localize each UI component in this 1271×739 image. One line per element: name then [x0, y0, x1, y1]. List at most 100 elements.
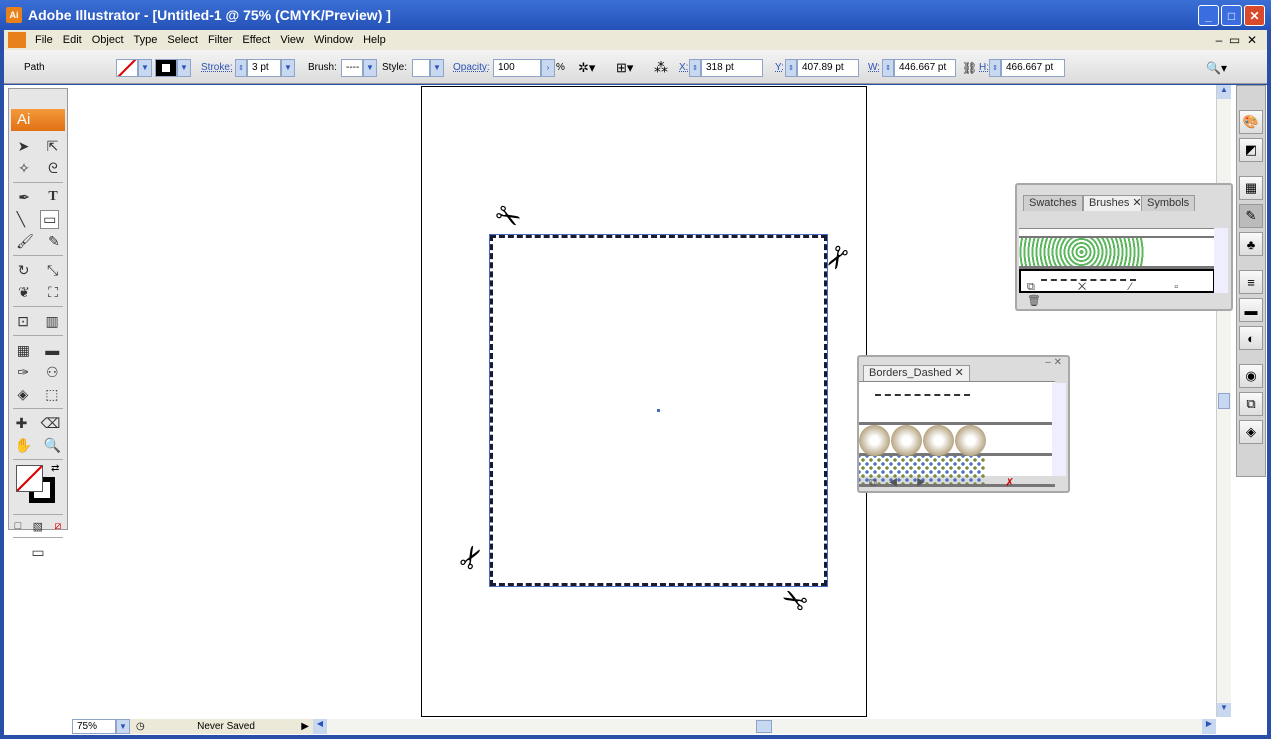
tab-brushes[interactable]: Brushes ✕ — [1083, 195, 1148, 211]
w-label: W: — [868, 62, 881, 73]
horizontal-scrollbar[interactable]: ◀ ▶ — [313, 719, 1216, 734]
layers-panel-icon[interactable]: ◈ — [1239, 420, 1263, 444]
status-menu-arrow[interactable]: ▶ — [301, 721, 313, 732]
selection-tool-icon[interactable]: ➤ — [18, 138, 30, 155]
stroke-weight-input[interactable]: ⇕ 3 pt ▼ — [235, 58, 295, 77]
live-paint-bucket-icon[interactable]: ◈ — [17, 386, 28, 403]
recolor-icon[interactable]: ✲▾ — [578, 58, 595, 77]
rectangle-tool-icon[interactable]: ▭ — [40, 209, 60, 229]
percent-label: % — [556, 62, 565, 73]
menu-window[interactable]: Window — [309, 34, 358, 46]
symbols-panel-icon[interactable]: ♣ — [1239, 232, 1263, 256]
graphic-styles-icon[interactable]: ⧉ — [1239, 392, 1263, 416]
opacity-label[interactable]: Opacity: — [453, 62, 490, 73]
minimize-button[interactable]: _ — [1198, 5, 1219, 26]
version-cue-icon[interactable]: ◷ — [136, 721, 145, 732]
opacity-input[interactable]: 100 › — [493, 58, 555, 77]
brushes-panel-icon[interactable]: ✎ — [1239, 204, 1263, 228]
lasso-tool-icon[interactable]: ᘓ — [48, 160, 58, 177]
w-input[interactable]: ⇕ 446.667 pt — [882, 58, 956, 77]
mesh-tool-icon[interactable]: ▦ — [17, 342, 30, 359]
eyedropper-tool-icon[interactable]: ✑ — [17, 364, 29, 381]
line-tool-icon[interactable]: ╲ — [17, 211, 25, 228]
fill-swatch[interactable]: ▼ — [116, 58, 152, 77]
tab-swatches[interactable]: Swatches — [1023, 195, 1083, 211]
paintbrush-tool-icon[interactable]: 🖌 — [16, 233, 34, 250]
menu-help[interactable]: Help — [358, 34, 391, 46]
menu-edit[interactable]: Edit — [58, 34, 87, 46]
toolbox-header: Ai — [11, 109, 65, 131]
color-guide-icon[interactable]: ◩ — [1239, 138, 1263, 162]
gradient-panel-icon[interactable]: ▬ — [1239, 298, 1263, 322]
menu-filter[interactable]: Filter — [203, 34, 237, 46]
warp-tool-icon[interactable]: ❦ — [18, 284, 30, 301]
type-tool-icon[interactable]: T — [48, 189, 57, 205]
border-list-scrollbar[interactable] — [1052, 383, 1066, 476]
border-item-dashed[interactable] — [859, 394, 1055, 425]
pencil-tool-icon[interactable]: ✎ — [48, 233, 60, 250]
h-input[interactable]: ⇕ 466.667 pt — [989, 58, 1065, 77]
stroke-panel-icon[interactable]: ≡ — [1239, 270, 1263, 294]
gradient-mode-icon[interactable]: ▧ — [33, 520, 43, 533]
zoom-input[interactable]: 75% — [72, 719, 116, 734]
x-input[interactable]: ⇕ 318 pt — [689, 58, 763, 77]
symbol-sprayer-tool-icon[interactable]: ⊡ — [17, 313, 29, 330]
menu-bar: File Edit Object Type Select Filter Effe… — [4, 30, 1267, 50]
appearance-panel-icon[interactable]: ◉ — [1239, 364, 1263, 388]
close-button[interactable]: ✕ — [1244, 5, 1265, 26]
vertical-scrollbar[interactable]: ▲ ▼ — [1216, 85, 1231, 717]
magic-wand-tool-icon[interactable]: ✧ — [18, 160, 30, 177]
center-point — [657, 409, 660, 412]
menu-select[interactable]: Select — [162, 34, 203, 46]
scale-tool-icon[interactable]: ⤡ — [47, 262, 58, 279]
x-label: X: — [679, 62, 689, 73]
pen-tool-icon[interactable]: ✒ — [18, 189, 30, 206]
fill-box[interactable] — [16, 465, 43, 492]
constrain-link-icon[interactable]: ⛓ — [962, 58, 977, 77]
tab-symbols[interactable]: Symbols — [1141, 195, 1196, 211]
tab-borders-dashed[interactable]: Borders_Dashed ✕ — [863, 365, 970, 381]
zoom-tool-icon[interactable]: 🔍 — [44, 437, 61, 454]
stroke-label[interactable]: Stroke: — [201, 62, 233, 73]
swatches-panel-icon[interactable]: ▦ — [1239, 176, 1263, 200]
color-mode-icon[interactable]: □ — [15, 520, 22, 532]
style-dropdown[interactable]: ▼ — [412, 58, 444, 77]
swap-icon[interactable]: ⇄ — [51, 463, 59, 474]
none-mode-icon[interactable]: ⧄ — [54, 520, 61, 533]
screen-mode-icon[interactable]: ▭ — [31, 544, 44, 561]
menu-effect[interactable]: Effect — [237, 34, 275, 46]
panel-close-icon[interactable]: – ✕ — [1045, 357, 1062, 368]
maximize-button[interactable]: □ — [1221, 5, 1242, 26]
doc-window-controls[interactable]: – ▭ ✕ — [1216, 33, 1267, 47]
transparency-panel-icon[interactable]: ◐ — [1239, 326, 1263, 350]
direct-selection-tool-icon[interactable]: ⇱ — [47, 138, 59, 155]
hand-tool-icon[interactable]: ✋ — [15, 437, 32, 454]
menu-view[interactable]: View — [275, 34, 309, 46]
brush-item-ornament[interactable] — [1019, 238, 1215, 269]
rotate-tool-icon[interactable]: ↻ — [18, 262, 30, 279]
brush-panel-footer-icons[interactable]: ⧉ ✕ ⁄ ▫ 🗑 — [1027, 281, 1231, 307]
zoom-dropdown[interactable]: ▼ — [116, 719, 130, 734]
brush-label: Brush: — [308, 62, 337, 73]
blend-tool-icon[interactable]: ⚇ — [46, 364, 59, 381]
h-label: H: — [979, 62, 989, 73]
eraser-tool-icon[interactable]: ⌫ — [41, 415, 61, 432]
border-panel-footer[interactable]: ⧉ ◀ ▶ ✗ — [869, 476, 1014, 490]
y-input[interactable]: ⇕ 407.89 pt — [785, 58, 859, 77]
menu-file[interactable]: File — [30, 34, 58, 46]
slice-tool-icon[interactable]: ✚ — [16, 415, 28, 432]
fill-stroke-widget[interactable]: ⇄ — [9, 463, 67, 511]
free-transform-tool-icon[interactable]: ⛶ — [48, 284, 58, 301]
reference-point-icon[interactable]: ⁂ — [654, 58, 668, 77]
bridge-search-icon[interactable]: 🔍▾ — [1206, 58, 1227, 77]
align-icon[interactable]: ⊞▾ — [616, 58, 633, 77]
menu-type[interactable]: Type — [129, 34, 163, 46]
graph-tool-icon[interactable]: ▥ — [46, 313, 59, 330]
live-paint-selection-icon[interactable]: ⬚ — [45, 386, 58, 403]
color-panel-icon[interactable]: 🎨 — [1239, 110, 1263, 134]
border-item-circles[interactable] — [859, 425, 1055, 456]
gradient-tool-icon[interactable]: ▬ — [45, 342, 59, 358]
stroke-swatch[interactable]: ▼ — [155, 58, 191, 77]
brush-dropdown[interactable]: ---- ▼ — [341, 58, 377, 77]
menu-object[interactable]: Object — [87, 34, 129, 46]
